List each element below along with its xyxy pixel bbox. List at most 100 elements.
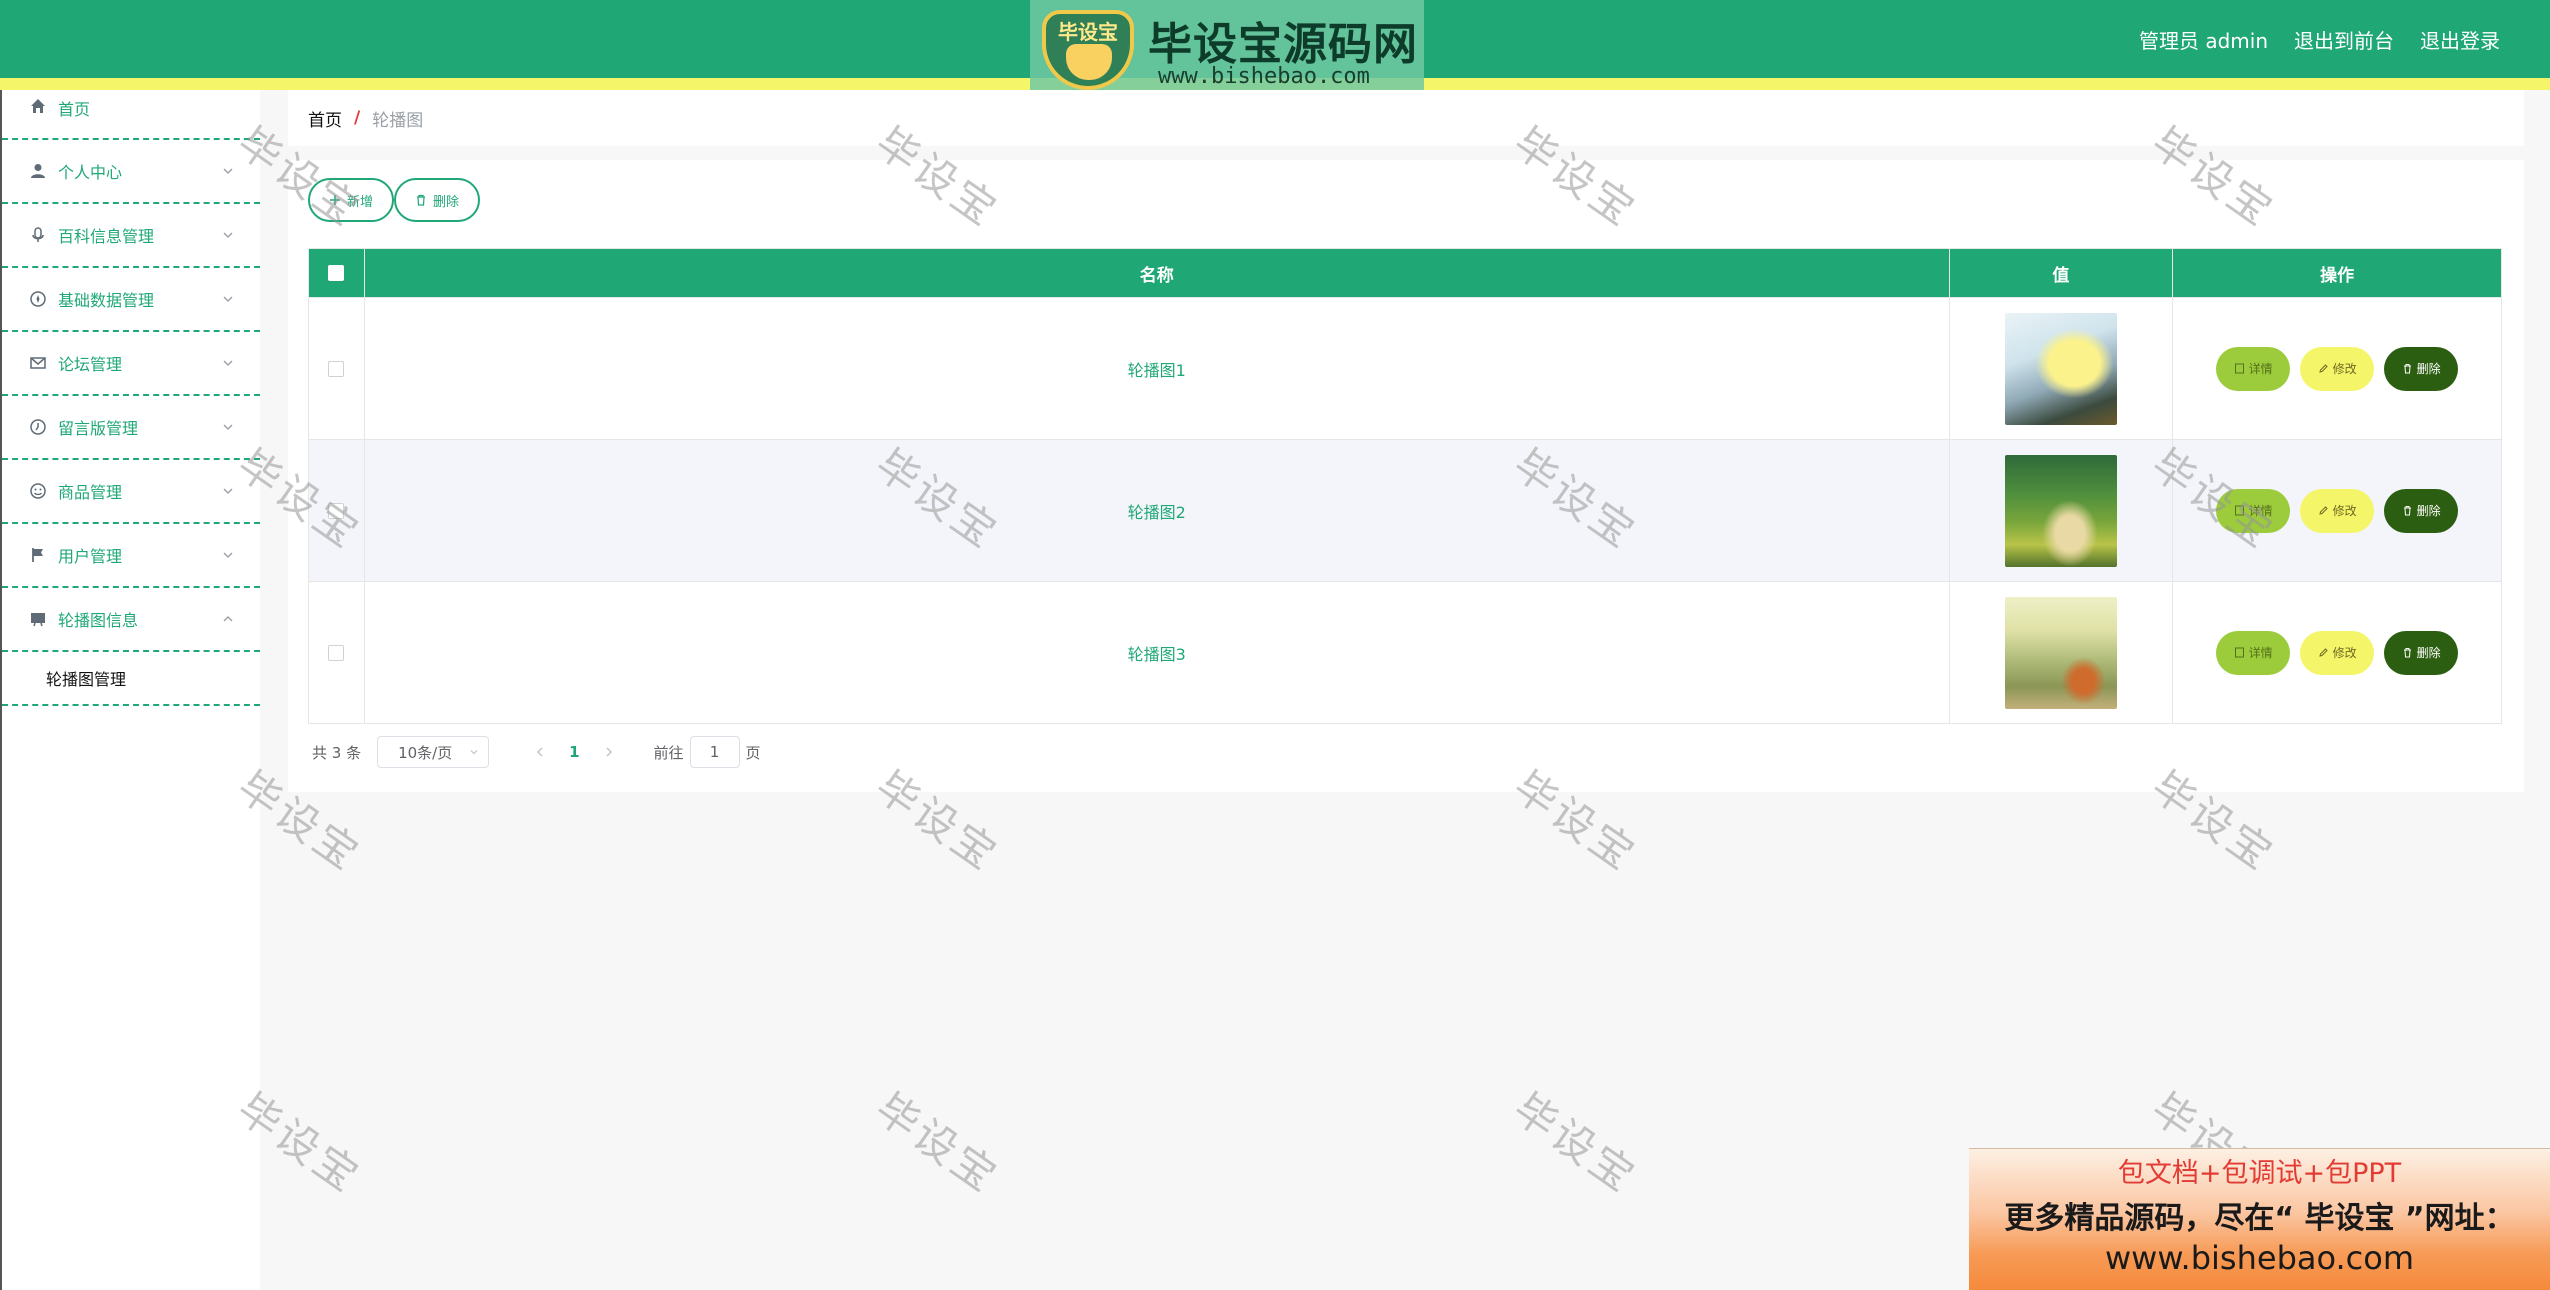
- header-select-all[interactable]: [309, 249, 365, 297]
- row-checkbox[interactable]: [328, 502, 345, 519]
- row-select-cell: [309, 440, 365, 581]
- select-all-checkbox[interactable]: [328, 265, 345, 281]
- to-front-link[interactable]: 退出到前台: [2294, 25, 2394, 54]
- detail-button[interactable]: 详情: [2216, 488, 2291, 533]
- row-value-cell: [1950, 298, 2174, 439]
- row-delete-button[interactable]: 删除: [2384, 346, 2459, 391]
- sidebar-item-basic-data[interactable]: 基础数据管理: [2, 268, 260, 332]
- carousel-table: 名称 值 操作 轮播图1 详情 修改 删除 轮播图2 详情 修改 删除 轮播图3…: [308, 248, 2502, 724]
- carousel-thumbnail[interactable]: [2004, 312, 2117, 425]
- pagination: 共 3 条 10条/页 1 前往 页: [312, 736, 761, 768]
- pencil-icon: [2318, 648, 2328, 657]
- logout-link[interactable]: 退出登录: [2420, 25, 2500, 54]
- page-size-value: 10条/页: [398, 743, 453, 762]
- add-icon: [329, 195, 340, 205]
- carousel-thumbnail[interactable]: [2004, 454, 2117, 567]
- row-checkbox[interactable]: [328, 360, 345, 377]
- delete-button[interactable]: 删除: [394, 178, 480, 222]
- goto-prefix: 前往: [653, 743, 684, 762]
- brand-mascot-icon: [1066, 44, 1112, 80]
- header-ops: 操作: [2320, 265, 2355, 286]
- sidebar-item-users[interactable]: 用户管理: [2, 524, 260, 588]
- prev-page-icon[interactable]: [533, 745, 547, 759]
- pagination-total: 共 3 条: [312, 743, 362, 762]
- add-button-label: 新增: [346, 194, 373, 210]
- brand-title: 毕设宝源码网: [1148, 19, 1418, 70]
- sidebar-item-goods[interactable]: 商品管理: [2, 460, 260, 524]
- detail-button[interactable]: 详情: [2216, 346, 2291, 391]
- detail-button-label: 详情: [2248, 362, 2273, 376]
- detail-button[interactable]: 详情: [2216, 630, 2291, 675]
- edit-button[interactable]: 修改: [2300, 488, 2375, 533]
- carousel-thumbnail[interactable]: [2004, 596, 2117, 709]
- sidebar: 首页 个人中心 百科信息管理 基础数据管理 论坛管理 留言版管理 商品管理 用户…: [0, 90, 260, 1290]
- sidebar-item-forum[interactable]: 论坛管理: [2, 332, 260, 396]
- promo-line-3: www.bishebao.com: [2104, 1239, 2415, 1277]
- detail-button-label: 详情: [2248, 646, 2273, 660]
- goto-suffix: 页: [745, 743, 761, 762]
- compass-icon: [28, 289, 48, 309]
- microphone-icon: [28, 225, 48, 245]
- slides-icon: [28, 609, 48, 629]
- sidebar-item-carousel[interactable]: 轮播图信息: [2, 588, 260, 652]
- chevron-down-icon: [223, 168, 233, 174]
- sidebar-item-label: 留言版管理: [58, 419, 139, 438]
- sidebar-item-label: 个人中心: [58, 163, 123, 182]
- row-checkbox[interactable]: [328, 644, 345, 661]
- header-value: 值: [1950, 249, 2174, 297]
- row-ops-cell: 详情 修改 删除: [2173, 298, 2501, 439]
- page-size-select[interactable]: 10条/页: [377, 736, 490, 768]
- sidebar-item-label: 基础数据管理: [58, 291, 155, 310]
- row-delete-button-label: 删除: [2416, 362, 2441, 376]
- chevron-down-icon: [223, 232, 233, 238]
- trash-icon: [2403, 506, 2411, 516]
- sidebar-item-encyclopedia[interactable]: 百科信息管理: [2, 204, 260, 268]
- top-links: 管理员 admin 退出到前台 退出登录: [2139, 0, 2500, 78]
- watermark: 毕设宝: [866, 1083, 1008, 1203]
- pencil-icon: [2318, 364, 2328, 373]
- content-card: 新增 删除 名称 值 操作 轮播图1 详情 修改 删除 轮播图2 详情 修改 删…: [288, 160, 2524, 792]
- row-delete-button[interactable]: 删除: [2384, 488, 2459, 533]
- chevron-down-icon: [223, 360, 233, 366]
- table-row: 轮播图3 详情 修改 删除: [309, 581, 2501, 723]
- chevron-up-icon: [223, 616, 233, 622]
- chevron-down-icon: [223, 552, 233, 558]
- row-name: 轮播图1: [1127, 360, 1186, 380]
- chevron-down-icon: [223, 424, 233, 430]
- brand-badge-icon: 毕设宝: [1042, 10, 1134, 90]
- row-delete-button-label: 删除: [2416, 646, 2441, 660]
- edit-button-label: 修改: [2332, 504, 2357, 518]
- row-ops-cell: 详情 修改 删除: [2173, 582, 2501, 723]
- sidebar-subitem-label: 轮播图管理: [46, 670, 127, 689]
- row-delete-button[interactable]: 删除: [2384, 630, 2459, 675]
- row-delete-button-label: 删除: [2416, 504, 2441, 518]
- edit-button[interactable]: 修改: [2300, 346, 2375, 391]
- breadcrumb-home[interactable]: 首页: [308, 106, 342, 131]
- breadcrumb: 首页 / 轮播图: [288, 90, 2524, 146]
- sidebar-item-guestbook[interactable]: 留言版管理: [2, 396, 260, 460]
- sidebar-item-label: 百科信息管理: [58, 227, 155, 246]
- smile-icon: [28, 481, 48, 501]
- edit-button[interactable]: 修改: [2300, 630, 2375, 675]
- sidebar-item-label: 首页: [58, 100, 91, 119]
- mail-icon: [28, 353, 48, 373]
- current-page[interactable]: 1: [569, 743, 579, 761]
- goto-page-input[interactable]: [689, 736, 740, 768]
- table-row: 轮播图2 详情 修改 删除: [309, 439, 2501, 581]
- pencil-icon: [2318, 506, 2328, 515]
- promo-line-1: 包文档+包调试+包PPT: [2117, 1158, 2402, 1189]
- add-button[interactable]: 新增: [308, 178, 394, 222]
- document-icon: [2234, 647, 2244, 658]
- promo-banner: 包文档+包调试+包PPT 更多精品源码，尽在“ 毕设宝 ”网址： www.bis…: [1969, 1148, 2550, 1290]
- table-row: 轮播图1 详情 修改 删除: [309, 297, 2501, 439]
- next-page-icon[interactable]: [602, 745, 616, 759]
- sidebar-subitem-carousel-management[interactable]: 轮播图管理: [2, 652, 260, 706]
- row-value-cell: [1950, 440, 2174, 581]
- trash-icon: [2403, 648, 2411, 658]
- brand-url: www.bishebao.com: [1158, 64, 1370, 89]
- sidebar-item-home[interactable]: 首页: [2, 90, 260, 140]
- sidebar-item-personal-center[interactable]: 个人中心: [2, 140, 260, 204]
- row-name: 轮播图2: [1127, 502, 1186, 522]
- document-icon: [2234, 363, 2244, 374]
- trash-icon: [416, 194, 425, 206]
